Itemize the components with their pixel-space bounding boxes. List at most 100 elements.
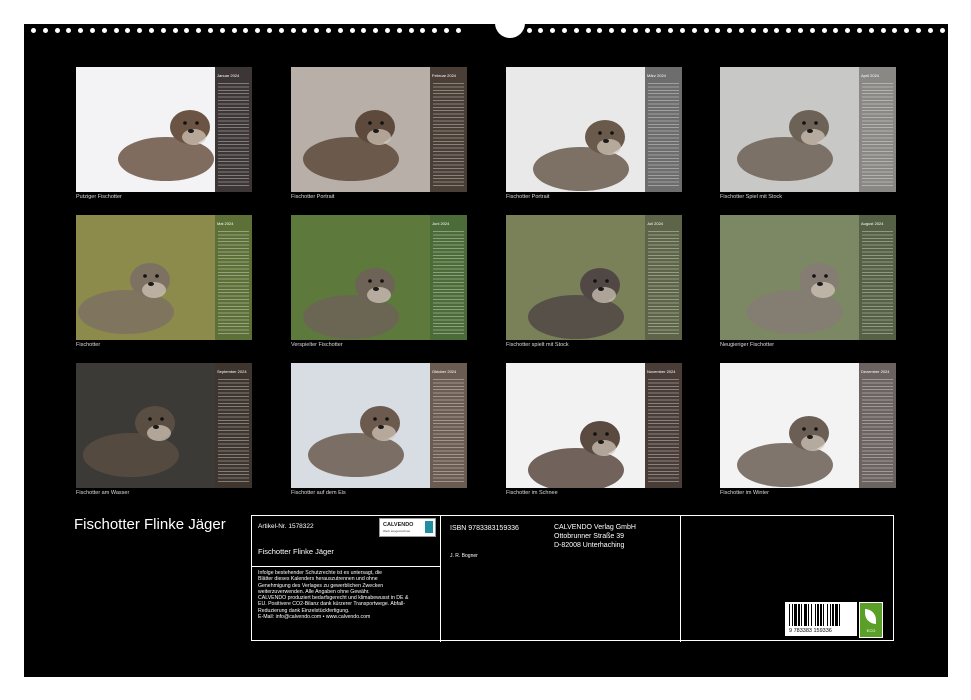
photo-caption: Fischotter Portrait xyxy=(506,194,550,200)
legal-line: EU. Positivere CO2-Bilanz dank kürzerer … xyxy=(258,601,406,608)
binding-hole xyxy=(267,28,272,33)
otter-photo xyxy=(720,67,859,192)
barcode-bar xyxy=(815,604,816,626)
binding-hole xyxy=(703,28,709,33)
calendar-strip: Februar 2024 xyxy=(430,67,467,192)
month-page-6: Juni 2024 Verspielter Fischotter xyxy=(291,215,467,348)
binding-hole xyxy=(172,28,178,33)
photo-caption: Fischotter Spiel mit Stock xyxy=(720,194,783,200)
day-lines xyxy=(862,83,893,188)
binding-hole xyxy=(727,28,733,33)
info-cell-isbn: ISBN 9783383159336 J. R. Bogner xyxy=(441,516,547,642)
binding-hole xyxy=(750,28,756,33)
binding-hole xyxy=(680,28,685,33)
binding-hole xyxy=(314,28,320,33)
binding-hole xyxy=(774,28,780,33)
leaf-icon xyxy=(865,609,876,624)
otter-photo xyxy=(506,215,645,340)
photo-caption: Fischotter im Schnee xyxy=(506,490,558,496)
day-lines xyxy=(648,379,679,484)
calvendo-logo-mark xyxy=(425,521,433,533)
otter-photo xyxy=(506,363,645,488)
binding-hole xyxy=(432,28,438,33)
binding-hole xyxy=(573,28,579,33)
binding-hole xyxy=(361,28,367,33)
binding-hole xyxy=(54,28,60,33)
binding-hole xyxy=(396,28,402,33)
binding-hole xyxy=(857,28,862,33)
barcode-bar xyxy=(808,604,809,626)
legal-notice: Infolge bestehender Schutzrechte ist es … xyxy=(258,570,408,620)
eco-label: ECO xyxy=(866,628,876,633)
binding-hole xyxy=(892,28,898,33)
barcode-bars xyxy=(789,604,853,626)
barcode-bar xyxy=(801,604,802,626)
otter-photo xyxy=(720,363,859,488)
binding-hole xyxy=(231,28,237,33)
month-label: August 2024 xyxy=(861,221,884,226)
binding-hole xyxy=(691,28,697,33)
binding-hole xyxy=(845,28,851,33)
hanger-notch xyxy=(495,16,525,38)
calendar-strip: Dezember 2024 xyxy=(859,363,896,488)
barcode-bar xyxy=(789,604,790,626)
binding-hole xyxy=(31,28,36,33)
month-label: Juli 2024 xyxy=(647,221,664,226)
barcode-bar xyxy=(798,604,800,626)
binding-hole xyxy=(160,28,166,33)
month-label: März 2024 xyxy=(647,73,666,78)
day-lines xyxy=(433,379,464,484)
day-lines xyxy=(218,379,249,484)
binding-hole xyxy=(597,28,603,33)
calendar-title: Fischotter Flinke Jäger xyxy=(74,516,226,533)
month-label: November 2024 xyxy=(647,369,676,374)
binding-hole xyxy=(208,28,213,33)
binding-hole xyxy=(444,28,449,33)
photo-caption: Putziger Fischotter xyxy=(76,194,122,200)
binding-hole xyxy=(538,28,544,33)
barcode-bar xyxy=(839,604,840,626)
photo-caption: Fischotter xyxy=(76,342,101,348)
month-label: Januar 2024 xyxy=(217,73,240,78)
day-lines xyxy=(862,379,893,484)
month-page-2: Februar 2024 Fischotter Portrait xyxy=(291,67,467,200)
photo-caption: Fischotter auf dem Eis xyxy=(291,490,346,496)
author: J. R. Bogner xyxy=(450,553,478,559)
binding-hole xyxy=(290,28,296,33)
binding-hole xyxy=(762,28,768,33)
month-label: Dezember 2024 xyxy=(861,369,890,374)
binding-hole xyxy=(644,28,650,33)
day-lines xyxy=(648,231,679,336)
binding-hole xyxy=(904,28,910,33)
barcode: 9 783383 159336 xyxy=(785,602,857,636)
calendar-strip: August 2024 xyxy=(859,215,896,340)
info-cell-legal: Infolge bestehender Schutzrechte ist es … xyxy=(252,567,441,642)
binding-hole xyxy=(337,28,343,33)
binding-hole xyxy=(821,28,827,33)
binding-hole xyxy=(632,28,638,33)
binding-hole xyxy=(656,28,662,33)
binding-hole xyxy=(101,28,107,33)
month-label: Juni 2024 xyxy=(432,221,450,226)
binding-hole xyxy=(219,28,225,33)
otter-photo xyxy=(291,363,430,488)
binding-hole xyxy=(196,28,202,33)
calvendo-logo-text: CALVENDO xyxy=(383,522,414,528)
binding-hole xyxy=(420,28,426,33)
legal-line: E-Mail: info@calvendo.com • www.calvendo… xyxy=(258,614,371,621)
binding-hole xyxy=(621,28,626,33)
binding-hole xyxy=(455,28,461,33)
photo-caption: Fischotter im Winter xyxy=(720,490,769,496)
month-page-12: Dezember 2024 Fischotter im Winter xyxy=(720,363,896,496)
isbn: ISBN 9783383159336 xyxy=(450,525,519,532)
publisher-street: Ottobrunner Straße 39 xyxy=(554,533,625,540)
barcode-bar xyxy=(792,604,793,626)
month-page-8: August 2024 Neugieriger Fischotter xyxy=(720,215,896,348)
binding-hole xyxy=(90,28,95,33)
otter-photo xyxy=(76,67,215,192)
calendar-strip: Oktober 2024 xyxy=(430,363,467,488)
barcode-digits: 9 783383 159336 xyxy=(789,628,832,634)
binding-hole xyxy=(715,28,721,33)
info-cell-publisher: CALVENDO Verlag GmbH Ottobrunner Straße … xyxy=(547,516,681,642)
calendar-strip: Juni 2024 xyxy=(430,215,467,340)
